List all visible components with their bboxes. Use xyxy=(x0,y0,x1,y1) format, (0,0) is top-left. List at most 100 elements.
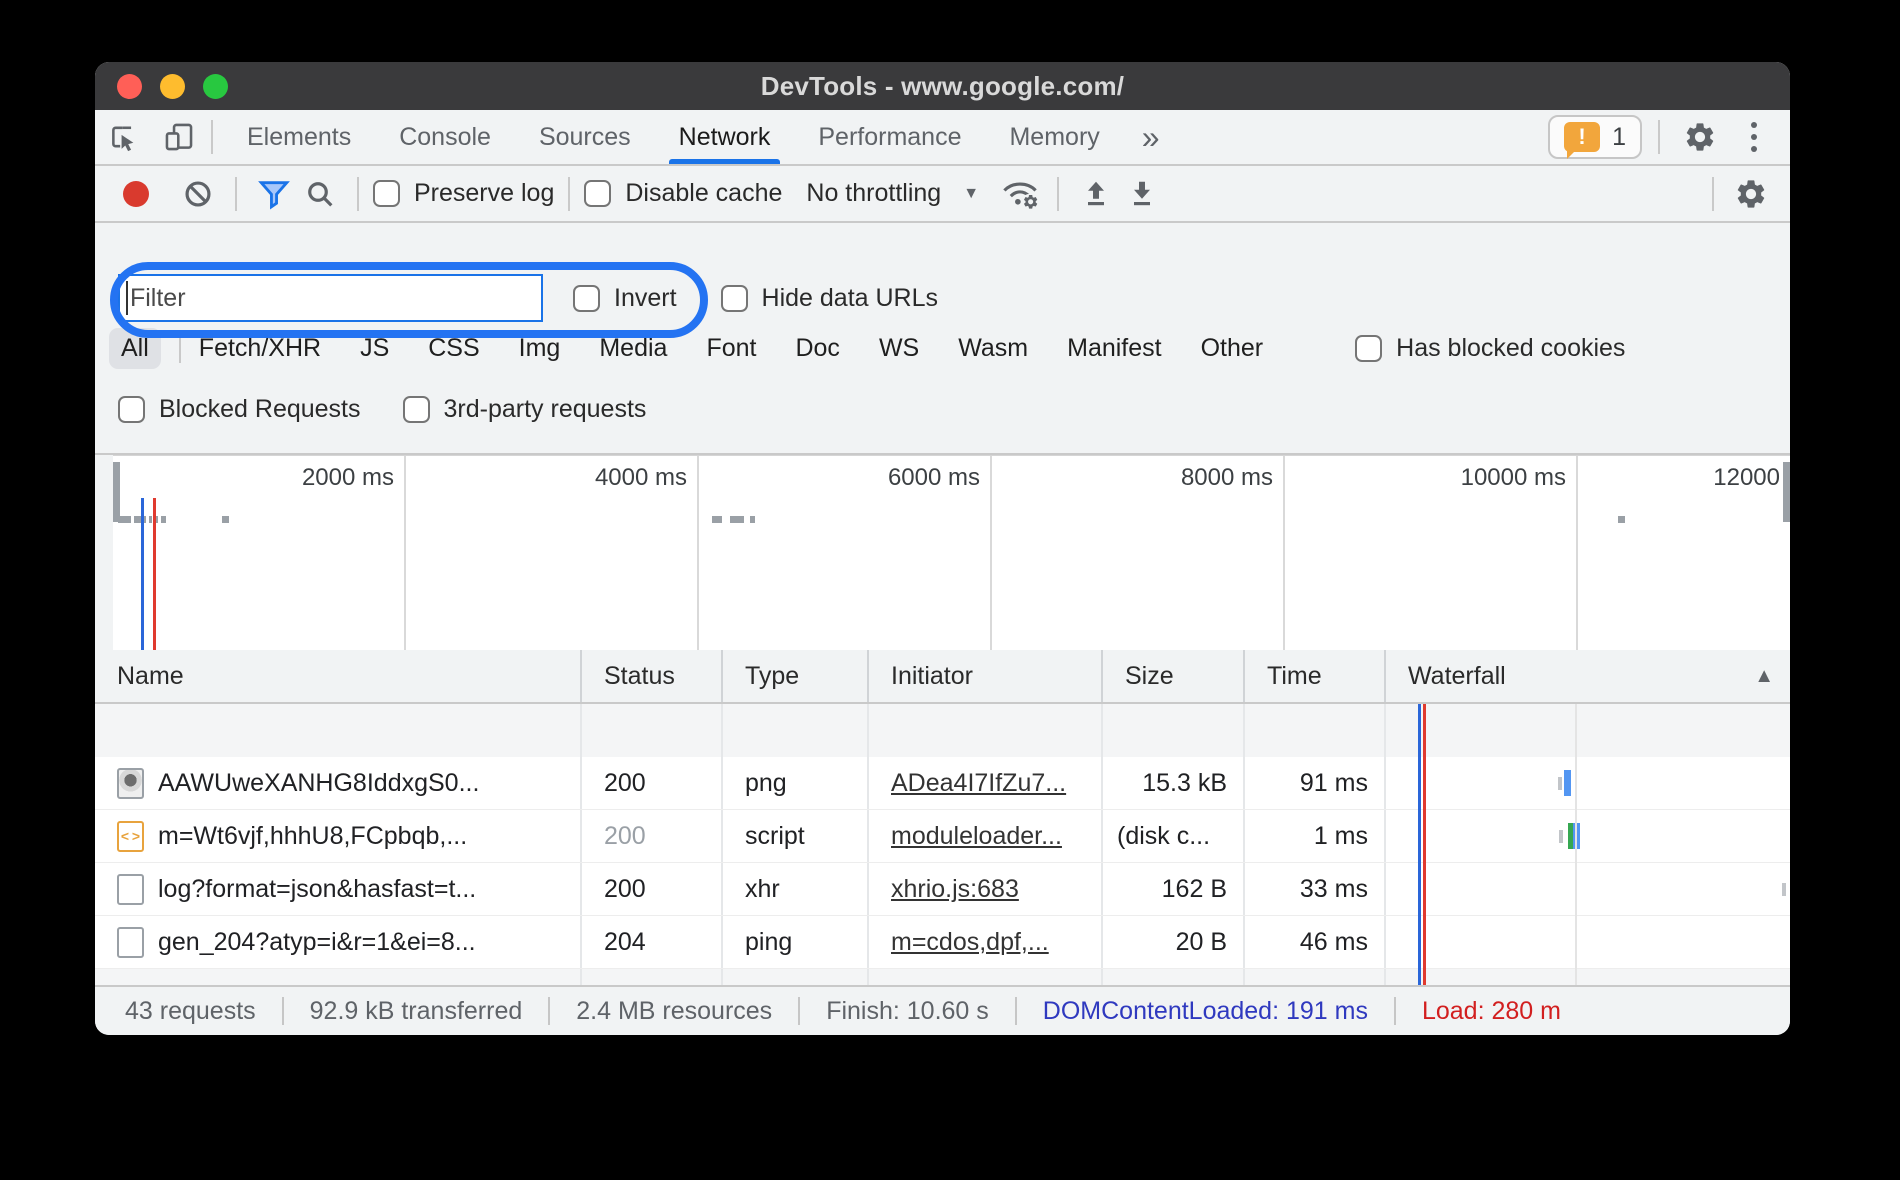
finish-time: Finish: 10.60 s xyxy=(826,997,989,1026)
hide-data-urls-label: Hide data URLs xyxy=(762,284,938,313)
column-header-waterfall[interactable]: Waterfall ▲ xyxy=(1386,650,1790,702)
tab-memory[interactable]: Memory xyxy=(985,110,1123,164)
overflow-menu-button[interactable] xyxy=(1728,122,1780,152)
hide-data-urls-checkbox[interactable] xyxy=(721,285,748,312)
network-settings-button[interactable] xyxy=(1728,177,1774,211)
type-filter-wasm[interactable]: Wasm xyxy=(958,334,1028,363)
third-party-requests-checkbox[interactable] xyxy=(403,396,430,423)
timeline-tick-label: 10000 ms xyxy=(1461,464,1566,492)
more-tabs-button[interactable]: » xyxy=(1124,110,1178,164)
overview-activity-mark xyxy=(750,516,755,523)
initiator-link[interactable]: m=cdos,dpf,... xyxy=(891,928,1049,957)
record-network-log-button[interactable] xyxy=(123,181,149,207)
initiator-link[interactable]: xhrio.js:683 xyxy=(891,875,1019,904)
dom-content-loaded-marker xyxy=(1418,704,1421,985)
device-toolbar-button[interactable] xyxy=(151,110,207,164)
request-status: 200 xyxy=(582,863,723,915)
document-file-icon xyxy=(117,927,144,958)
devtools-window: DevTools - www.google.com/ xyxy=(95,62,1790,1035)
request-type: png xyxy=(723,757,869,809)
column-header-type[interactable]: Type xyxy=(723,650,869,702)
divider xyxy=(1015,997,1017,1025)
divider xyxy=(1394,997,1396,1025)
type-filter-media[interactable]: Media xyxy=(599,334,667,363)
type-filter-ws[interactable]: WS xyxy=(879,334,919,363)
preserve-log-label: Preserve log xyxy=(414,179,554,208)
search-button[interactable] xyxy=(297,178,343,210)
filter-section: Invert Hide data URLs All Fetch/XHR JS C… xyxy=(95,223,1790,455)
throttling-dropdown[interactable]: No throttling ▼ xyxy=(806,179,979,208)
type-filter-manifest[interactable]: Manifest xyxy=(1067,334,1161,363)
type-filter-other[interactable]: Other xyxy=(1201,334,1264,363)
tabbar-right-controls: ! 1 xyxy=(1548,110,1790,164)
tab-sources[interactable]: Sources xyxy=(515,110,655,164)
network-overview-timeline[interactable]: 2000 ms 4000 ms 6000 ms 8000 ms 10000 ms… xyxy=(113,455,1790,650)
overview-activity-mark xyxy=(222,516,229,523)
type-filter-css[interactable]: CSS xyxy=(428,334,479,363)
clear-network-log-button[interactable] xyxy=(175,178,221,210)
import-har-button[interactable] xyxy=(1073,178,1119,210)
request-name: log?format=json&hasfast=t... xyxy=(158,875,476,904)
overview-activity-mark xyxy=(149,516,152,523)
overview-activity-mark xyxy=(118,516,131,523)
chevron-down-icon: ▼ xyxy=(963,185,979,203)
filter-input[interactable] xyxy=(130,276,541,320)
type-filter-img[interactable]: Img xyxy=(519,334,561,363)
initiator-link[interactable]: moduleloader... xyxy=(891,822,1062,851)
type-filter-js[interactable]: JS xyxy=(360,334,389,363)
resources-size: 2.4 MB resources xyxy=(576,997,772,1026)
overview-left-handle[interactable] xyxy=(113,462,120,522)
network-conditions-button[interactable] xyxy=(997,177,1043,211)
column-header-initiator[interactable]: Initiator xyxy=(869,650,1103,702)
type-filter-all[interactable]: All xyxy=(109,328,161,369)
initiator-link[interactable]: ADea4I7IfZu7... xyxy=(891,769,1066,798)
settings-button[interactable] xyxy=(1672,120,1728,154)
column-header-time[interactable]: Time xyxy=(1245,650,1386,702)
type-filter-doc[interactable]: Doc xyxy=(795,334,839,363)
preserve-log-checkbox[interactable] xyxy=(373,180,400,207)
column-header-status[interactable]: Status xyxy=(582,650,723,702)
filter-toggle-button[interactable] xyxy=(251,177,297,211)
inspect-element-button[interactable] xyxy=(95,110,151,164)
disable-cache-checkbox[interactable] xyxy=(584,180,611,207)
issue-count: 1 xyxy=(1612,123,1626,152)
filter-funnel-icon xyxy=(257,177,291,211)
has-blocked-cookies-checkbox[interactable] xyxy=(1355,335,1382,362)
table-row[interactable]: gen_204?atyp=i&r=1&ei=8... 204 ping m=cd… xyxy=(95,916,1790,969)
invert-checkbox[interactable] xyxy=(573,285,600,312)
request-size: 162 B xyxy=(1103,863,1245,915)
third-party-requests-control: 3rd-party requests xyxy=(403,395,647,424)
load-event-marker xyxy=(153,498,156,650)
divider xyxy=(211,120,213,154)
script-file-icon: < > xyxy=(117,821,144,852)
overview-right-handle[interactable] xyxy=(1783,462,1790,522)
request-time: 46 ms xyxy=(1245,916,1386,968)
column-header-name[interactable]: Name xyxy=(95,650,582,702)
wifi-gear-icon xyxy=(1000,177,1040,211)
dom-content-loaded-marker xyxy=(141,498,144,650)
table-row[interactable]: AAWUweXANHG8IddxgS0... 200 png ADea4I7If… xyxy=(95,757,1790,810)
divider xyxy=(235,177,237,211)
export-har-button[interactable] xyxy=(1119,178,1165,210)
request-status: 200 xyxy=(582,810,723,862)
blocked-requests-checkbox[interactable] xyxy=(118,396,145,423)
divider xyxy=(357,177,359,211)
column-header-size[interactable]: Size xyxy=(1103,650,1245,702)
third-party-requests-label: 3rd-party requests xyxy=(444,395,647,424)
table-row[interactable]: < > m=Wt6vjf,hhhU8,FCpbqb,... 200 script… xyxy=(95,810,1790,863)
type-filter-font[interactable]: Font xyxy=(706,334,756,363)
request-time: 33 ms xyxy=(1245,863,1386,915)
overview-activity-mark xyxy=(730,516,744,523)
request-name: gen_204?atyp=i&r=1&ei=8... xyxy=(158,928,476,957)
tab-console[interactable]: Console xyxy=(375,110,515,164)
tab-network[interactable]: Network xyxy=(655,110,795,164)
waterfall-cell xyxy=(1386,810,1790,862)
overview-activity-mark xyxy=(712,516,722,523)
tab-performance[interactable]: Performance xyxy=(794,110,985,164)
timeline-tick-label: 6000 ms xyxy=(888,464,980,492)
type-filter-fetch-xhr[interactable]: Fetch/XHR xyxy=(199,334,321,363)
tab-elements[interactable]: Elements xyxy=(223,110,375,164)
table-row[interactable]: log?format=json&hasfast=t... 200 xhr xhr… xyxy=(95,863,1790,916)
issues-badge-button[interactable]: ! 1 xyxy=(1548,115,1642,159)
invert-label: Invert xyxy=(614,284,677,313)
